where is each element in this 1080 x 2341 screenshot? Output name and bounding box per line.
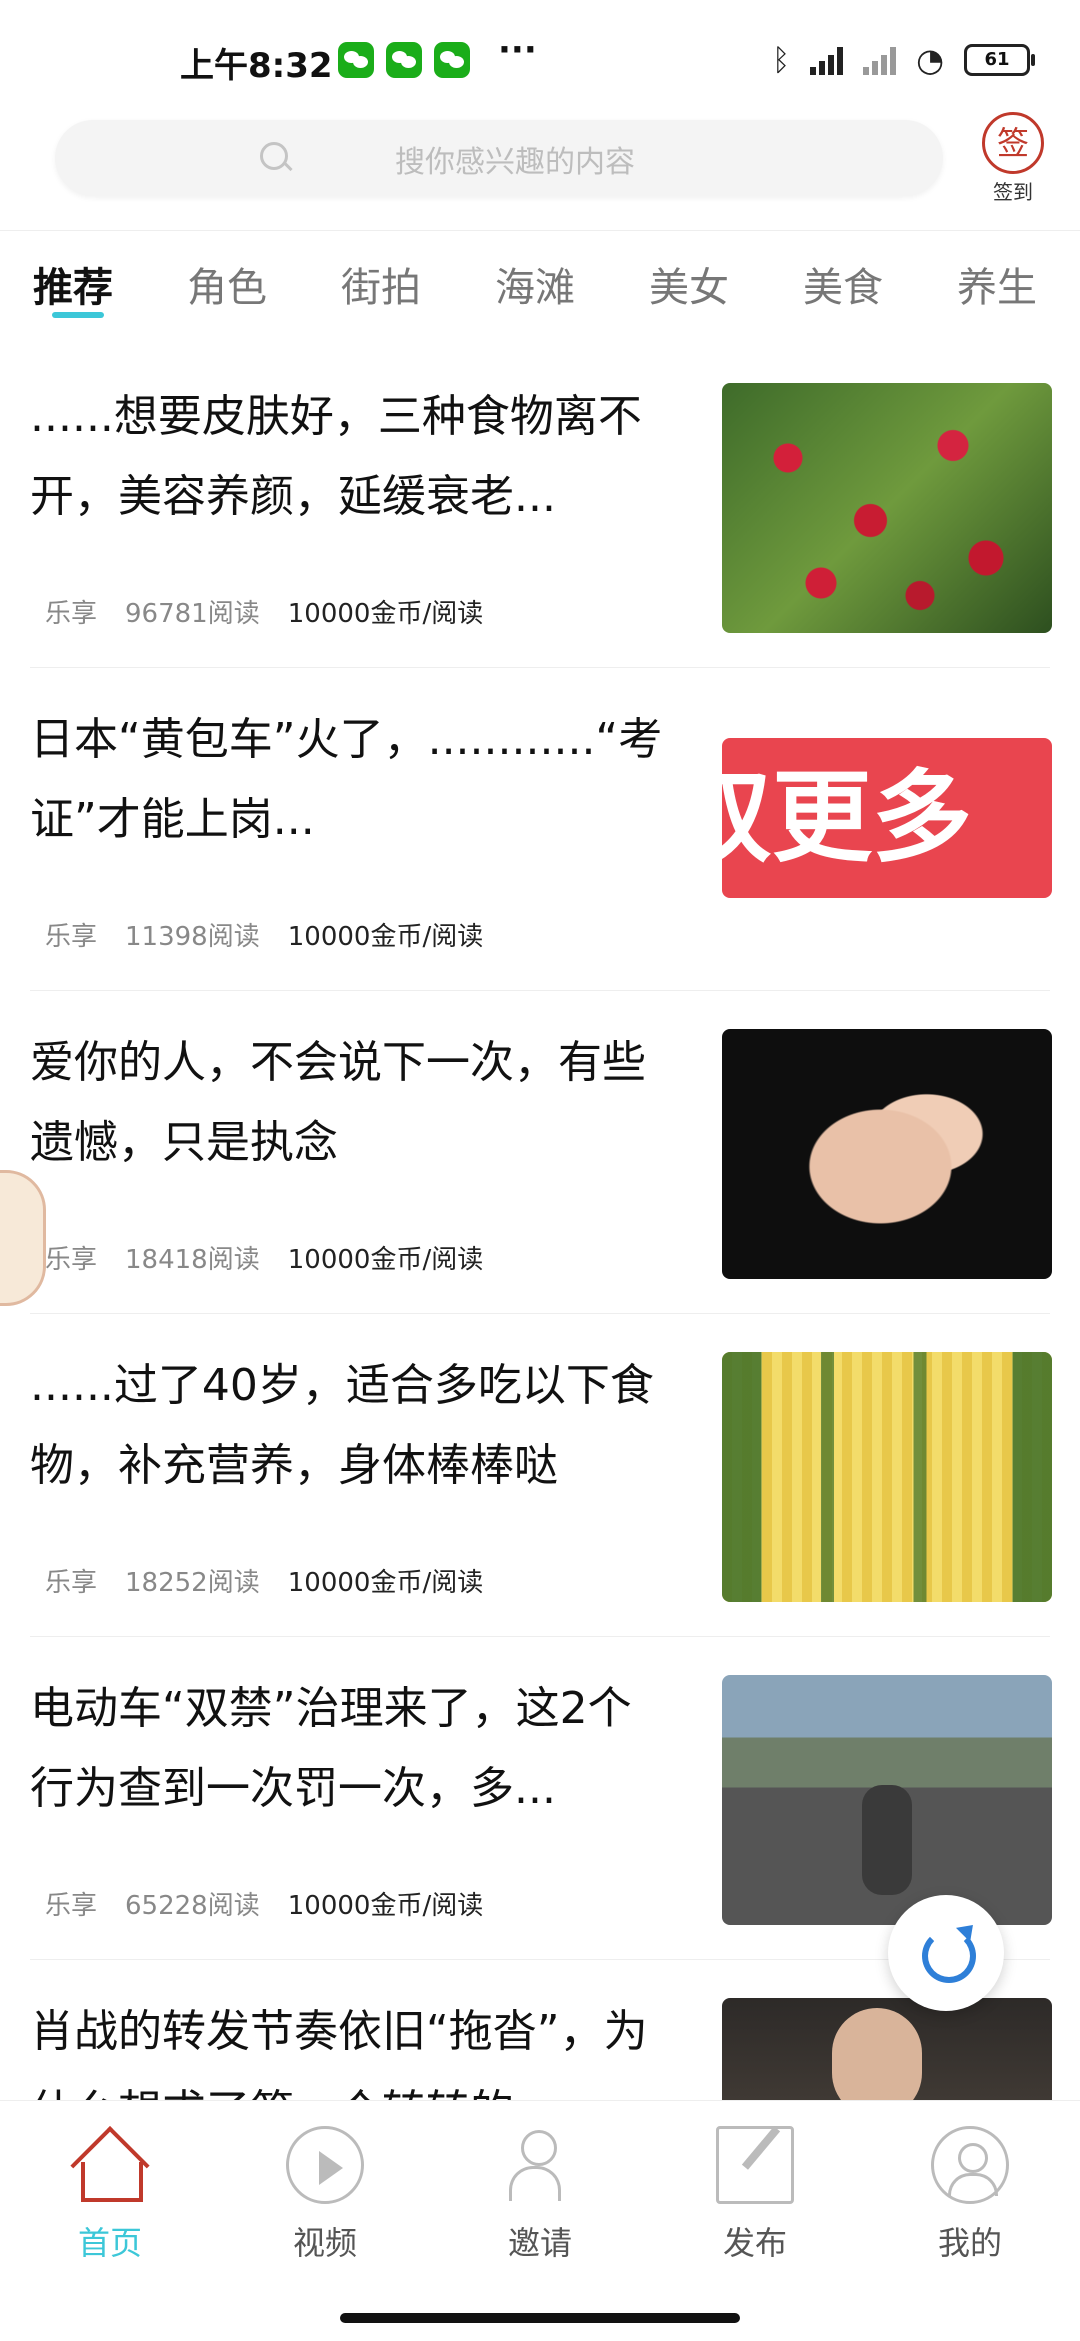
article-source: 乐享 [45, 1245, 98, 1275]
play-icon [286, 2126, 364, 2204]
signal-icon [863, 45, 897, 75]
article-source: 乐享 [45, 599, 98, 629]
article-meta: 乐享 18418阅读 10000金币/阅读 [45, 1239, 483, 1276]
article-reward: 10000金币/阅读 [287, 1245, 484, 1275]
article-item[interactable]: ......过了40岁，适合多吃以下食物，补充营养，身体棒棒哒 乐享 18252… [0, 1314, 1080, 1637]
home-icon [71, 2126, 149, 2204]
nav-publish[interactable]: 发布 [695, 2126, 815, 2264]
article-meta: 乐享 18252阅读 10000金币/阅读 [45, 1562, 483, 1599]
search-bar[interactable]: 搜你感兴趣的内容 [55, 120, 943, 196]
tab-street-photo[interactable]: 街拍 [341, 255, 421, 313]
search-placeholder: 搜你感兴趣的内容 [395, 145, 635, 180]
active-tab-indicator [52, 312, 104, 318]
nav-me[interactable]: 我的 [910, 2126, 1030, 2264]
article-reads: 18252阅读 [125, 1568, 260, 1598]
home-indicator[interactable] [340, 2313, 740, 2323]
article-item[interactable]: 日本“黄包车”火了，............“考证”才能上岗... 乐享 113… [0, 668, 1080, 991]
nav-label: 邀请 [507, 2224, 572, 2262]
nav-label: 视频 [292, 2224, 357, 2262]
nav-label: 我的 [937, 2224, 1002, 2262]
wechat-icon [434, 42, 470, 78]
more-notifications-icon: ··· [498, 30, 537, 70]
bottom-navigation: 首页 视频 邀请 发布 我的 [0, 2100, 1080, 2341]
article-title: 肖战的转发节奏依旧“拖沓”，为什么想求了第一个转转的 [30, 2006, 648, 2100]
article-reward: 10000金币/阅读 [287, 1891, 484, 1921]
tab-recommend[interactable]: 推荐 [33, 255, 113, 313]
article-title: 爱你的人，不会说下一次，有些遗憾，只是执念 [30, 1037, 646, 1168]
nav-invite[interactable]: 邀请 [480, 2126, 600, 2264]
article-reads: 11398阅读 [125, 922, 260, 952]
article-meta: 乐享 96781阅读 10000金币/阅读 [45, 593, 483, 630]
wifi-icon: ◔ [916, 41, 944, 79]
article-title: 电动车“双禁”治理来了，这2个行为查到一次罚一次，多... [30, 1683, 632, 1814]
article-item[interactable]: ......想要皮肤好，三种食物离不开，美容养颜，延缓衰老... 乐享 9678… [0, 345, 1080, 668]
article-thumbnail [722, 1352, 1052, 1602]
refresh-button[interactable] [888, 1895, 1004, 2011]
floating-mascot-icon[interactable] [0, 1170, 46, 1306]
article-title: ......过了40岁，适合多吃以下食物，补充营养，身体棒棒哒 [30, 1360, 654, 1491]
add-user-icon [501, 2126, 579, 2204]
article-source: 乐享 [45, 1568, 98, 1598]
nav-video[interactable]: 视频 [265, 2126, 385, 2264]
article-reads: 65228阅读 [125, 1891, 260, 1921]
tab-food[interactable]: 美食 [803, 255, 883, 313]
category-tabs: 推荐 角色 街拍 海滩 美女 美食 养生 [0, 230, 1080, 341]
bluetooth-icon: ᛒ [772, 42, 791, 78]
battery-icon: 61 [964, 44, 1035, 76]
article-item[interactable]: 爱你的人，不会说下一次，有些遗憾，只是执念 乐享 18418阅读 10000金币… [0, 991, 1080, 1314]
status-bar: 上午8:32 ··· ᛒ ◔ 61 [0, 0, 1080, 115]
article-meta: 乐享 65228阅读 10000金币/阅读 [45, 1885, 483, 1922]
signal-icon [810, 45, 844, 75]
article-title: ......想要皮肤好，三种食物离不开，美容养颜，延缓衰老... [30, 391, 642, 522]
article-thumbnail [722, 1998, 1052, 2100]
article-source: 乐享 [45, 922, 98, 952]
tab-role[interactable]: 角色 [187, 255, 267, 313]
status-time: 上午8:32 [180, 46, 333, 86]
sign-in-button[interactable]: 签 签到 [975, 112, 1051, 205]
nav-label: 发布 [722, 2224, 787, 2262]
wechat-icon [338, 42, 374, 78]
article-thumbnail [722, 1675, 1052, 1925]
article-reads: 18418阅读 [125, 1245, 260, 1275]
article-reads: 96781阅读 [125, 599, 260, 629]
edit-icon [716, 2126, 794, 2204]
system-icons: ᛒ ◔ 61 [772, 40, 1035, 80]
nav-home[interactable]: 首页 [50, 2126, 170, 2264]
tab-beach[interactable]: 海滩 [495, 255, 575, 313]
tab-health[interactable]: 养生 [957, 255, 1037, 313]
wechat-icon [386, 42, 422, 78]
tab-beauty[interactable]: 美女 [649, 255, 729, 313]
article-reward: 10000金币/阅读 [287, 922, 484, 952]
search-icon [260, 142, 288, 170]
article-thumbnail [722, 383, 1052, 633]
article-meta: 乐享 11398阅读 10000金币/阅读 [45, 916, 483, 953]
article-reward: 10000金币/阅读 [287, 1568, 484, 1598]
article-reward: 10000金币/阅读 [287, 599, 484, 629]
article-thumbnail: 双更多 [722, 738, 1052, 898]
nav-label: 首页 [77, 2224, 142, 2262]
article-title: 日本“黄包车”火了，............“考证”才能上岗... [30, 714, 663, 845]
sign-in-icon: 签 [982, 112, 1044, 174]
profile-icon [931, 2126, 1009, 2204]
article-thumbnail [722, 1029, 1052, 1279]
sign-in-label: 签到 [993, 180, 1033, 204]
article-source: 乐享 [45, 1891, 98, 1921]
